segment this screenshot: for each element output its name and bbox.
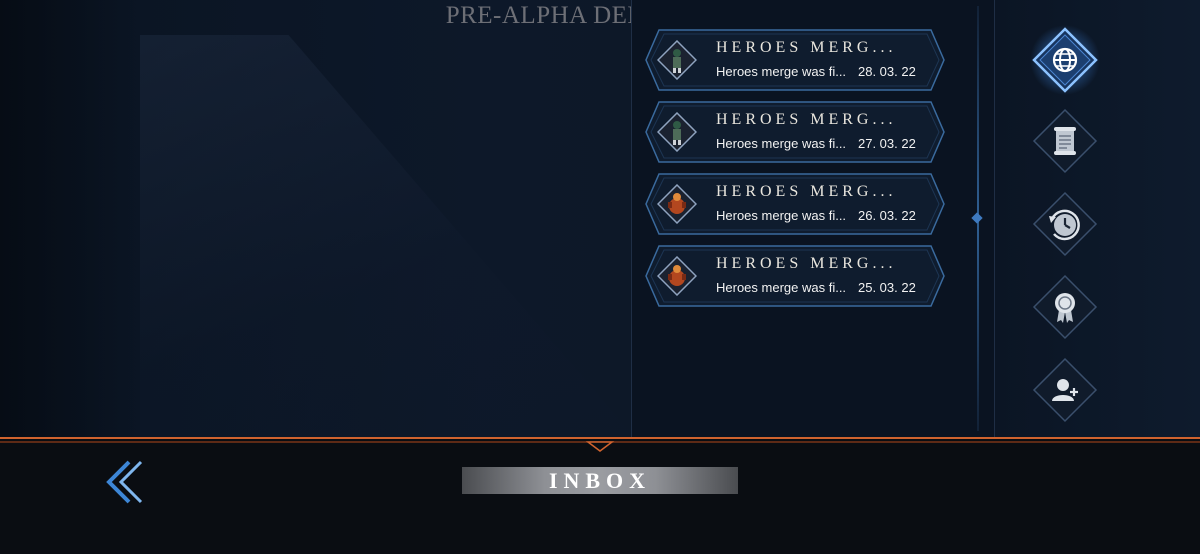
award-tab[interactable] (1030, 272, 1100, 342)
scroll-icon (1032, 108, 1098, 174)
fire-hero-avatar-icon (657, 184, 697, 224)
scroll-tab[interactable] (1030, 106, 1100, 176)
green-hero-avatar-icon (657, 40, 697, 80)
message-item[interactable]: HEROES MERG... Heroes merge was fi... 28… (645, 29, 945, 91)
add-friend-tab[interactable] (1030, 355, 1100, 425)
message-title: HEROES MERG... (716, 39, 897, 56)
globe-icon (1030, 25, 1100, 95)
green-hero-avatar-icon (657, 112, 697, 152)
screen-title: INBOX (548, 468, 652, 493)
orange-divider (0, 437, 1200, 452)
message-title: HEROES MERG... (716, 111, 897, 128)
message-date: 26. 03. 22 (858, 208, 916, 223)
fire-hero-avatar-icon (657, 256, 697, 296)
message-preview: Heroes merge was fi... (716, 280, 847, 295)
back-button[interactable] (103, 459, 147, 505)
add-user-icon (1032, 357, 1098, 423)
message-date: 25. 03. 22 (858, 280, 916, 295)
message-item[interactable]: HEROES MERG... Heroes merge was fi... 26… (645, 173, 945, 235)
light-wedge (140, 34, 635, 437)
left-vignette (0, 0, 140, 437)
message-item[interactable]: HEROES MERG... Heroes merge was fi... 25… (645, 245, 945, 307)
message-preview: Heroes merge was fi... (716, 64, 847, 79)
message-date: 28. 03. 22 (858, 64, 916, 79)
message-preview: Heroes merge was fi... (716, 208, 847, 223)
history-tab[interactable] (1030, 189, 1100, 259)
message-title: HEROES MERG... (716, 255, 897, 272)
clock-refresh-icon (1032, 191, 1098, 257)
medal-icon (1032, 274, 1098, 340)
message-item[interactable]: HEROES MERG... Heroes merge was fi... 27… (645, 101, 945, 163)
message-date: 27. 03. 22 (858, 136, 916, 151)
message-title: HEROES MERG... (716, 183, 897, 200)
chevron-left-icon (106, 460, 143, 504)
globe-tab[interactable] (1030, 25, 1100, 95)
message-preview: Heroes merge was fi... (716, 136, 847, 151)
